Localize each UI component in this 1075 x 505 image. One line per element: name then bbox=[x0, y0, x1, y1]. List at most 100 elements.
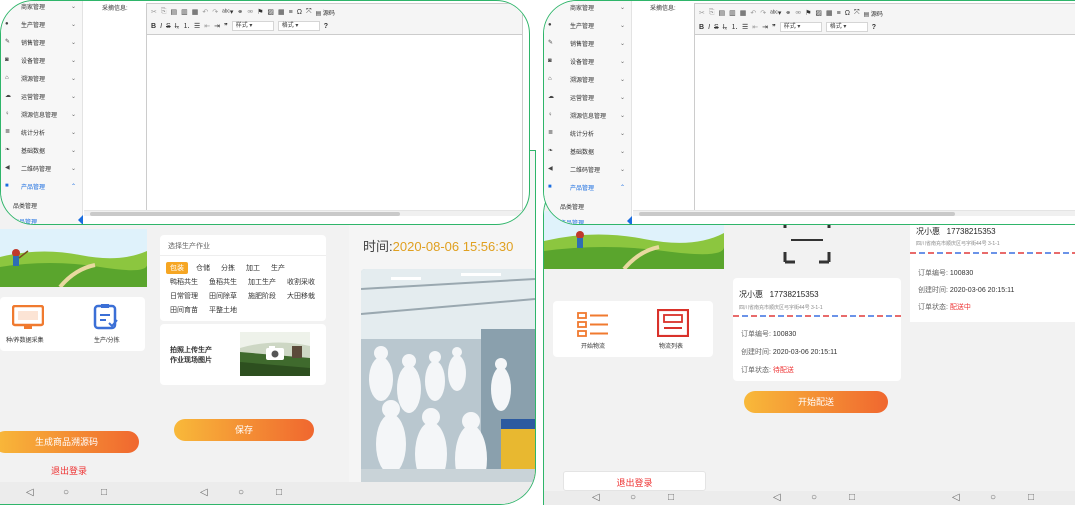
bullet-list-icon[interactable]: ☰ bbox=[194, 22, 200, 30]
indent-icon[interactable]: ⇥ bbox=[214, 22, 220, 30]
redo-icon[interactable]: ↷ bbox=[212, 8, 218, 16]
bold-icon[interactable]: B bbox=[151, 23, 156, 30]
sidebar-item-merchant[interactable]: ▣ 商家管理 ⌄ bbox=[1, 1, 82, 15]
spellcheck-icon[interactable]: ᵃᵇᶜ▾ bbox=[770, 9, 781, 17]
back-nav-icon-4[interactable]: ◁ bbox=[773, 492, 781, 504]
sidebar-item-product-2[interactable]: ■ 产品管理 ⌃ bbox=[544, 178, 631, 196]
cut-icon[interactable]: ✂ bbox=[699, 9, 705, 17]
sidebar-item-trace-info-2[interactable]: ♀ 溯源信息管理 ⌄ bbox=[544, 106, 631, 124]
unlink-icon[interactable]: ⚮ bbox=[795, 9, 801, 17]
sidebar-item-trace-2[interactable]: ⌂ 溯源管理 ⌄ bbox=[544, 70, 631, 88]
chip-duck-rice[interactable]: 鸭稻共生 bbox=[170, 277, 198, 287]
sidebar-item-equipment-2[interactable]: ◙ 设备管理 ⌄ bbox=[544, 52, 631, 70]
sidebar-item-production[interactable]: ● 生产管理 ⌄ bbox=[1, 15, 82, 33]
sidebar-item-trace[interactable]: ⌂ 溯源管理 ⌄ bbox=[1, 69, 82, 87]
help-icon[interactable]: ? bbox=[872, 24, 876, 31]
sidebar-item-equipment[interactable]: ◙ 设备管理 ⌄ bbox=[1, 51, 82, 69]
hr-icon[interactable]: ≡ bbox=[289, 9, 293, 16]
style-dropdown[interactable]: 样式 ▾ bbox=[231, 21, 274, 31]
italic-icon[interactable]: I bbox=[708, 24, 710, 31]
sidebar-item-sales-2[interactable]: ✎ 销售管理 ⌄ bbox=[544, 34, 631, 52]
chip-fertilize[interactable]: 施肥阶段 bbox=[248, 291, 276, 301]
copy-icon[interactable]: ⎘ bbox=[709, 9, 715, 17]
spellcheck-icon[interactable]: ᵃᵇᶜ▾ bbox=[222, 8, 233, 16]
home-nav-icon-2[interactable]: ○ bbox=[238, 487, 244, 499]
maximize-icon[interactable]: ⤧ bbox=[306, 8, 312, 16]
remove-format-icon[interactable]: I̶ₓ bbox=[175, 23, 179, 30]
logout-link-1[interactable]: 退出登录 bbox=[0, 464, 138, 477]
blockquote-icon[interactable]: ❞ bbox=[772, 23, 776, 31]
rich-text-editor-2[interactable]: ✂ ⎘ ▤ ▥ ▦ ↶ ↷ ᵃᵇᶜ▾ ⚭ ⚮ ⚑ ▨ ▦ ≡ Ω ⤧ ▤ 源码 B I S I̶ₓ ⒈ ☰ … bbox=[694, 3, 1075, 214]
cut-icon[interactable]: ✂ bbox=[151, 8, 157, 16]
monitor-icon[interactable] bbox=[11, 304, 45, 336]
anchor-flag-icon[interactable]: ⚑ bbox=[257, 8, 263, 16]
format-dropdown[interactable]: 格式 ▾ bbox=[277, 21, 320, 31]
unlink-icon[interactable]: ⚮ bbox=[247, 8, 253, 16]
chip-daily[interactable]: 日常管理 bbox=[170, 291, 198, 301]
order-card-pending[interactable]: 况小惠 17738215353 四川省南充市顺庆区弓字街44号 3-1-1 订单… bbox=[733, 278, 901, 381]
copy-icon[interactable]: ⎘ bbox=[161, 8, 167, 16]
paste-icon[interactable]: ▤ bbox=[170, 8, 177, 16]
source-button[interactable]: ▤ 源码 bbox=[316, 8, 335, 17]
link-icon[interactable]: ⚭ bbox=[237, 8, 243, 16]
chip-transplant[interactable]: 大田移栽 bbox=[287, 291, 315, 301]
list-box-icon[interactable] bbox=[656, 308, 690, 342]
save-button[interactable]: 保存 bbox=[174, 419, 314, 441]
table-icon[interactable]: ▦ bbox=[278, 8, 285, 16]
horizontal-scrollbar[interactable] bbox=[84, 210, 523, 216]
recent-nav-icon-5[interactable]: □ bbox=[1028, 492, 1034, 504]
redo-icon[interactable]: ↷ bbox=[760, 9, 766, 17]
paste-text-icon[interactable]: ▥ bbox=[729, 9, 736, 17]
field-photo-thumbnail[interactable] bbox=[240, 332, 310, 376]
home-nav-icon-4[interactable]: ○ bbox=[811, 492, 817, 504]
outdent-icon[interactable]: ⇤ bbox=[752, 23, 758, 31]
order-card-delivering[interactable]: 况小惠 17738215353 四川省南充市顺庆区弓字街44号 3-1-1 订单… bbox=[910, 220, 1075, 322]
sidebar-sub-product[interactable]: 产品管理 bbox=[13, 217, 37, 224]
link-icon[interactable]: ⚭ bbox=[785, 9, 791, 17]
sidebar-item-product[interactable]: ■ 产品管理 ⌃ bbox=[1, 177, 82, 195]
sidebar-item-operation-2[interactable]: ☁ 运营管理 ⌄ bbox=[544, 88, 631, 106]
clipboard-icon[interactable] bbox=[92, 303, 120, 336]
maximize-icon[interactable]: ⤧ bbox=[854, 9, 860, 17]
blockquote-icon[interactable]: ❞ bbox=[224, 22, 228, 30]
paste-word-icon[interactable]: ▦ bbox=[740, 9, 747, 17]
chip-process-produce[interactable]: 加工生产 bbox=[248, 277, 276, 287]
logout-button-2[interactable]: 退出登录 bbox=[563, 471, 706, 491]
recent-nav-icon-3[interactable]: □ bbox=[668, 492, 674, 504]
scrollbar-thumb[interactable] bbox=[90, 212, 400, 216]
sidebar-sub-product-2[interactable]: 产品管理 bbox=[560, 218, 584, 224]
rich-text-editor[interactable]: ✂ ⎘ ▤ ▥ ▦ ↶ ↷ ᵃᵇᶜ▾ ⚭ ⚮ ⚑ ▨ ▦ ≡ Ω ⤧ ▤ 源码 B I S I̶ₓ ⒈ ☰ … bbox=[146, 3, 523, 214]
image-icon[interactable]: ▨ bbox=[815, 9, 822, 17]
sidebar-item-qrcode[interactable]: ◀ 二维码管理 ⌄ bbox=[1, 159, 82, 177]
strike-icon[interactable]: S bbox=[714, 24, 719, 31]
horizontal-scrollbar-2[interactable] bbox=[633, 210, 1075, 216]
checklist-icon[interactable] bbox=[577, 311, 609, 342]
numbered-list-icon[interactable]: ⒈ bbox=[731, 22, 738, 32]
sidebar-item-merchant-2[interactable]: ▣ 商家管理 ⌄ bbox=[544, 1, 631, 16]
special-char-icon[interactable]: Ω bbox=[297, 9, 302, 16]
sidebar-sub-category[interactable]: 品类管理 bbox=[13, 201, 37, 210]
home-nav-icon[interactable]: ○ bbox=[63, 487, 69, 499]
chip-weeding[interactable]: 田间除草 bbox=[209, 291, 237, 301]
sidebar-item-stats[interactable]: ≣ 统计分析 ⌄ bbox=[1, 123, 82, 141]
sidebar-item-sales[interactable]: ✎ 销售管理 ⌄ bbox=[1, 33, 82, 51]
chip-seedling[interactable]: 田间育苗 bbox=[170, 305, 198, 315]
sidebar-item-qrcode-2[interactable]: ◀ 二维码管理 ⌄ bbox=[544, 160, 631, 178]
remove-format-icon[interactable]: I̶ₓ bbox=[723, 24, 727, 31]
undo-icon[interactable]: ↶ bbox=[202, 8, 208, 16]
back-nav-icon[interactable]: ◁ bbox=[26, 487, 34, 499]
paste-word-icon[interactable]: ▦ bbox=[192, 8, 199, 16]
bold-icon[interactable]: B bbox=[699, 24, 704, 31]
sidebar-item-production-2[interactable]: ● 生产管理 ⌄ bbox=[544, 16, 631, 34]
chip-package[interactable]: 包装 bbox=[166, 262, 188, 274]
chip-harvest[interactable]: 收割采收 bbox=[287, 277, 315, 287]
scrollbar-thumb-2[interactable] bbox=[639, 212, 955, 216]
home-nav-icon-3[interactable]: ○ bbox=[630, 492, 636, 504]
image-icon[interactable]: ▨ bbox=[267, 8, 274, 16]
back-nav-icon-3[interactable]: ◁ bbox=[592, 492, 600, 504]
chip-produce[interactable]: 生产 bbox=[271, 263, 285, 273]
format-dropdown-2[interactable]: 格式 ▾ bbox=[825, 22, 868, 32]
paste-text-icon[interactable]: ▥ bbox=[181, 8, 188, 16]
sidebar-item-trace-info[interactable]: ♀ 溯源信息管理 ⌄ bbox=[1, 105, 82, 123]
strike-icon[interactable]: S bbox=[166, 23, 171, 30]
